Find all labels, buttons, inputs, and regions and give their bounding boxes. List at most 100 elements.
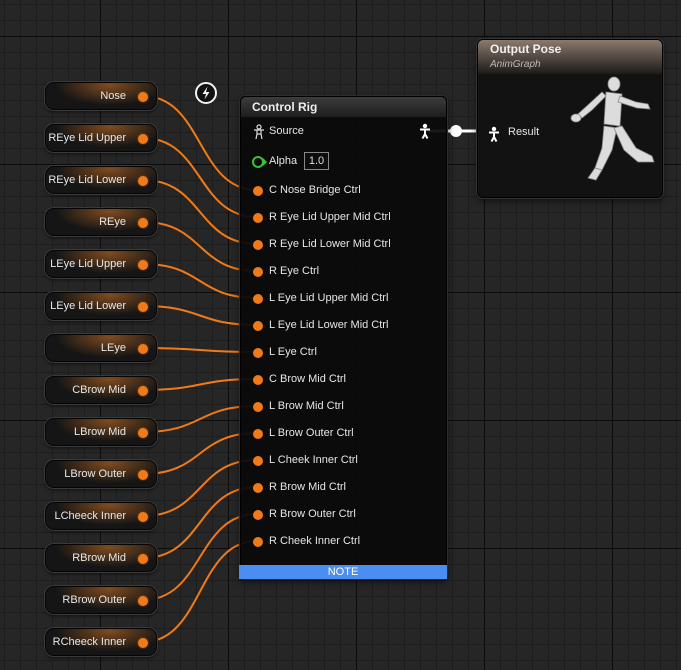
variable-node[interactable]: LEye Lid Lower [45,292,157,320]
mannequin-icon [570,76,655,181]
variable-output-pin[interactable] [138,92,148,102]
variable-label: REye Lid Upper [48,132,126,144]
lightning-icon [195,82,217,104]
control-rig-input-pin[interactable] [253,186,263,196]
control-rig-input-row[interactable]: R Cheek Inner Ctrl [241,534,446,550]
control-rig-input-pin[interactable] [253,213,263,223]
variable-label: LBrow Mid [74,426,126,438]
control-rig-input-label: L Cheek Inner Ctrl [269,454,358,466]
alpha-pin-row[interactable]: Alpha 1.0 [241,152,446,170]
variable-node[interactable]: LBrow Outer [45,460,157,488]
pose-pin-icon[interactable] [488,126,500,142]
control-rig-input-pin[interactable] [253,240,263,250]
variable-node[interactable]: LEye Lid Upper [45,250,157,278]
control-rig-input-row[interactable]: L Brow Mid Ctrl [241,399,446,415]
control-rig-input-pin[interactable] [253,483,263,493]
control-rig-input-label: R Eye Lid Lower Mid Ctrl [269,238,391,250]
control-rig-input-pin[interactable] [253,510,263,520]
control-rig-input-row[interactable]: R Brow Outer Ctrl [241,507,446,523]
output-pose-title-bar[interactable]: Output Pose AnimGraph [478,40,662,74]
variable-node[interactable]: Nose [45,82,157,110]
variable-output-pin[interactable] [138,554,148,564]
control-rig-input-pin[interactable] [253,267,263,277]
variable-output-pin[interactable] [138,260,148,270]
variable-output-pin[interactable] [138,470,148,480]
control-rig-input-row[interactable]: L Brow Outer Ctrl [241,426,446,442]
control-rig-input-row[interactable]: R Brow Mid Ctrl [241,480,446,496]
variable-output-pin[interactable] [138,302,148,312]
control-rig-input-row[interactable]: R Eye Lid Lower Mid Ctrl [241,237,446,253]
control-rig-input-pin[interactable] [253,375,263,385]
control-rig-input-label: L Brow Mid Ctrl [269,400,344,412]
pose-pin-icon[interactable] [419,123,431,139]
variable-node[interactable]: RCheeck Inner [45,628,157,656]
variable-node[interactable]: RBrow Mid [45,544,157,572]
variable-output-pin[interactable] [138,638,148,648]
control-rig-input-row[interactable]: C Nose Bridge Ctrl [241,183,446,199]
control-rig-input-pin[interactable] [253,402,263,412]
control-rig-input-pin[interactable] [253,456,263,466]
control-rig-input-label: R Cheek Inner Ctrl [269,535,361,547]
control-rig-input-label: L Eye Lid Upper Mid Ctrl [269,292,389,304]
control-rig-input-pin[interactable] [253,537,263,547]
variable-output-pin[interactable] [138,596,148,606]
variable-output-pin[interactable] [138,218,148,228]
variable-node[interactable]: REye [45,208,157,236]
alpha-value-field[interactable]: 1.0 [304,152,329,170]
control-rig-input-row[interactable]: L Eye Lid Lower Mid Ctrl [241,318,446,334]
control-rig-node[interactable]: Control Rig Source Alpha 1.0 C Nose Brid… [239,96,447,579]
variable-output-pin[interactable] [138,344,148,354]
control-rig-input-label: L Eye Ctrl [269,346,317,358]
variable-label: LBrow Outer [64,468,126,480]
control-rig-input-row[interactable]: L Eye Lid Upper Mid Ctrl [241,291,446,307]
control-rig-input-row[interactable]: R Eye Ctrl [241,264,446,280]
variable-label: RCheeck Inner [52,636,126,648]
variable-label: LEye Lid Lower [50,300,126,312]
control-rig-input-label: R Eye Ctrl [269,265,320,277]
control-rig-input-row[interactable]: L Cheek Inner Ctrl [241,453,446,469]
control-rig-input-row[interactable]: C Brow Mid Ctrl [241,372,446,388]
control-rig-title-bar[interactable]: Control Rig [241,97,446,117]
note-bar[interactable]: NOTE [239,565,447,579]
control-rig-input-row[interactable]: L Eye Ctrl [241,345,446,361]
control-rig-input-pin[interactable] [253,294,263,304]
pose-wire-knot [450,125,462,137]
control-rig-input-pin[interactable] [253,348,263,358]
variable-node[interactable]: LEye [45,334,157,362]
variable-node[interactable]: LBrow Mid [45,418,157,446]
variable-label: LEye Lid Upper [50,258,126,270]
output-pose-subtitle: AnimGraph [490,59,541,70]
variable-node[interactable]: CBrow Mid [45,376,157,404]
variable-node[interactable]: REye Lid Lower [45,166,157,194]
control-rig-input-row[interactable]: R Eye Lid Upper Mid Ctrl [241,210,446,226]
control-rig-input-pin[interactable] [253,321,263,331]
variable-output-pin[interactable] [138,176,148,186]
variable-label: CBrow Mid [72,384,126,396]
alpha-pin-arrow [263,158,267,166]
source-pin-row[interactable]: Source [241,123,446,140]
variable-label: Nose [100,90,126,102]
variable-output-pin[interactable] [138,428,148,438]
variable-node[interactable]: RBrow Outer [45,586,157,614]
control-rig-input-label: L Brow Outer Ctrl [269,427,354,439]
control-rig-input-label: C Brow Mid Ctrl [269,373,347,385]
pose-pin-icon [254,124,264,140]
output-pose-node[interactable]: Output Pose AnimGraph Result [477,39,663,198]
control-rig-input-label: R Brow Outer Ctrl [269,508,356,520]
variable-output-pin[interactable] [138,386,148,396]
result-label: Result [508,126,540,138]
control-rig-input-label: C Nose Bridge Ctrl [269,184,361,196]
control-rig-input-pin[interactable] [253,429,263,439]
alpha-label: Alpha [269,155,298,167]
variable-node[interactable]: REye Lid Upper [45,124,157,152]
control-rig-title: Control Rig [252,100,318,114]
variable-node[interactable]: LCheeck Inner [45,502,157,530]
control-rig-input-label: R Brow Mid Ctrl [269,481,347,493]
variable-label: LEye [100,342,126,354]
control-rig-input-label: R Eye Lid Upper Mid Ctrl [269,211,391,223]
variable-label: REye Lid Lower [48,174,126,186]
variable-label: LCheeck Inner [54,510,126,522]
variable-output-pin[interactable] [138,512,148,522]
variable-output-pin[interactable] [138,134,148,144]
control-rig-input-label: L Eye Lid Lower Mid Ctrl [269,319,389,331]
